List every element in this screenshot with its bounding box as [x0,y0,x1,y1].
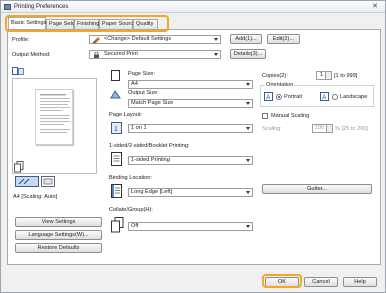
copies-label: Copies(2): [262,73,288,79]
sided-printing-label: 1-sided/2-sided/Booklet Printing: [109,143,190,149]
title-bar: Printing Preferences ✕ [1,1,385,13]
collate-group-label: Collate/Group(H): [109,207,153,213]
manual-scaling-checkbox[interactable] [262,113,268,119]
spin-arrows-icon[interactable] [325,72,331,79]
output-size-label: Output Size: [128,90,159,96]
svg-text:A: A [322,95,326,101]
gutter-button[interactable]: Gutter... [262,184,372,194]
landscape-radio[interactable] [332,94,338,100]
chevron-down-icon [246,127,250,130]
output-method-value: Secured Print [104,51,138,57]
binding-location-label: Binding Location: [109,175,152,181]
manual-scaling-label: Manual Scaling [271,113,310,119]
portrait-radio[interactable] [276,94,282,100]
portrait-label: Portrait [284,94,303,100]
sided-printing-icon [111,152,122,166]
cancel-button[interactable]: Cancel [304,277,338,287]
page-layout-value: 1 on 1 [131,125,147,131]
output-method-label: Output Method: [12,52,51,58]
profile-select[interactable]: <Change> Default Settings [89,35,221,44]
printer-icon [4,4,11,10]
copies-value: 1 [319,72,323,78]
landscape-a-icon: A [320,92,329,101]
chevron-down-icon [246,83,250,86]
spin-arrows-icon[interactable] [326,125,332,132]
output-method-select[interactable]: Secured Print [89,50,221,59]
tab-finishing[interactable]: Finishing [74,19,99,29]
page-size-select[interactable]: A4 [128,80,253,89]
profile-value: <Change> Default Settings [104,36,172,42]
pencil-icon [93,37,100,43]
scaling-label: Scaling: [262,126,282,132]
copies-spinner[interactable]: 1 [316,71,332,80]
duplex-icon [15,176,39,187]
binding-location-icon [111,184,122,198]
chevron-down-icon [214,38,218,41]
binding-location-select[interactable]: Long Edge [Left] [128,188,253,197]
finishing-icon [41,176,55,187]
chevron-down-icon [246,159,250,162]
landscape-label: Landscape [340,94,368,100]
close-icon[interactable]: ✕ [368,2,382,11]
view-settings-button[interactable]: View Settings [15,217,102,227]
collate-group-select[interactable]: Off [128,222,253,231]
orientation-label: Orientation [265,82,295,88]
printing-preferences-window: Printing Preferences ✕ Basic Settings Pa… [0,0,386,293]
add-profile-button[interactable]: Add(1)... [230,34,262,44]
page-size-icon [110,70,121,81]
chevron-down-icon [246,102,250,105]
output-size-select[interactable]: Match Page Size [128,99,253,108]
scaling-range: % [25 to 200] [335,126,368,132]
ok-highlight-callout [262,274,302,288]
preview-caption: A4 [Scaling: Auto] [13,194,58,200]
tab-quality[interactable]: Quality [133,19,158,29]
profile-label: Profile: [12,37,30,43]
window-title: Printing Preferences [14,4,69,10]
svg-text:1: 1 [114,126,118,133]
page-layout-icon: 1 [111,122,122,134]
page-size-value: A4 [131,81,138,87]
output-size-icon [110,89,121,100]
copies-range: [1 to 999] [334,73,358,79]
output-details-button[interactable]: Details(3)... [230,49,266,59]
svg-text:A: A [266,95,270,101]
page-size-label: Page Size: [128,71,156,77]
sided-printing-value: 1-sided Printing [131,157,170,163]
collate-pages-icon [14,161,24,175]
chevron-down-icon [246,191,250,194]
tab-basic-settings[interactable]: Basic Settings [8,17,46,29]
scaling-value: 100 [314,125,324,131]
preview-text-lines [40,94,70,133]
collate-group-value: Off [131,223,139,229]
scaling-spinner[interactable]: 100 [312,124,333,133]
page-layout-label: Page Layout: [109,112,142,118]
chevron-down-icon [214,53,218,56]
binding-location-value: Long Edge [Left] [131,189,173,195]
tab-page-setup[interactable]: Page Setup [46,19,78,29]
print-preview-page [35,89,73,145]
output-size-value: Match Page Size [131,100,174,106]
restore-defaults-button[interactable]: Restore Defaults [15,243,102,253]
language-settings-button[interactable]: Language Settings(W)... [15,230,102,240]
portrait-a-icon: A [264,92,273,101]
edit-profile-button[interactable]: Edit(2)... [267,34,300,44]
chevron-down-icon [246,225,250,228]
sided-printing-select[interactable]: 1-sided Printing [128,156,253,165]
page-layout-select[interactable]: 1 on 1 [128,124,253,133]
help-button[interactable]: Help [343,277,377,287]
tab-paper-source[interactable]: Paper Source [99,19,136,29]
collate-icon [111,217,124,233]
lock-icon [94,52,99,58]
preview-mode-icon[interactable] [12,67,24,77]
